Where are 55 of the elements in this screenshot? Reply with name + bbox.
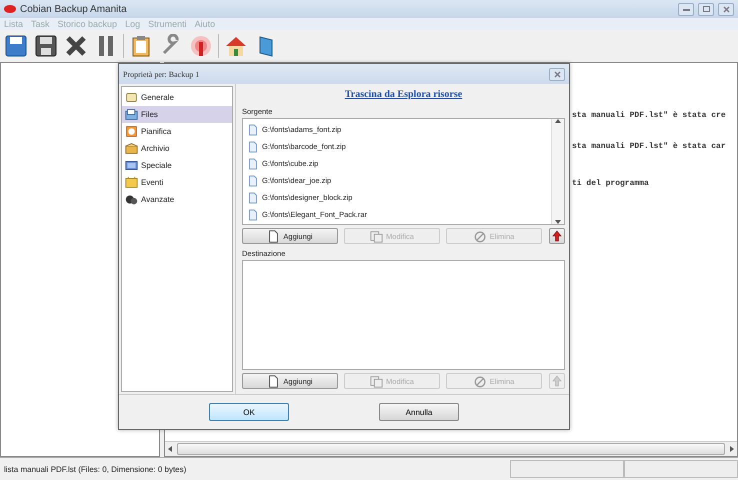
section-item[interactable]: Archivio: [122, 140, 232, 157]
section-item[interactable]: Avanzate: [122, 191, 232, 208]
maximize-button[interactable]: [698, 2, 714, 16]
dialog-title: Proprietà per: Backup 1: [123, 70, 200, 78]
radio-signal-icon: [189, 34, 213, 58]
document-icon: [248, 140, 258, 152]
document-icon: [248, 192, 258, 204]
vertical-scrollbar[interactable]: [551, 119, 564, 224]
cancel-button[interactable]: Annulla: [379, 403, 459, 421]
files-icon: [125, 108, 138, 121]
prohibited-icon: [474, 374, 487, 388]
minimize-button[interactable]: [678, 2, 694, 16]
toolbar-button[interactable]: [3, 33, 29, 59]
scroll-left-icon: [168, 446, 173, 452]
status-text: lista manuali PDF.lst (Files: 0, Dimensione: 0 bytes): [3, 464, 188, 474]
horizontal-scrollbar[interactable]: [165, 441, 737, 456]
log-line: sta manuali PDF.lst" è stata car: [572, 142, 727, 151]
save-icon: [34, 34, 58, 58]
archive-icon: [125, 142, 138, 155]
scroll-down-icon: [555, 219, 561, 224]
edit-icon: [370, 374, 384, 388]
minimize-icon: [682, 8, 690, 10]
house-icon: [224, 34, 248, 58]
close-icon: [554, 70, 560, 78]
ok-button[interactable]: OK: [209, 403, 289, 421]
document-icon: [267, 230, 280, 242]
destination-list[interactable]: [242, 260, 565, 370]
close-icon: [722, 6, 730, 12]
edit-icon: [370, 230, 384, 242]
document-icon: [248, 174, 258, 186]
document-icon: [248, 208, 258, 220]
close-button[interactable]: [549, 68, 565, 80]
section-item[interactable]: Speciale: [122, 157, 232, 174]
document-icon: [267, 374, 280, 388]
scroll-right-icon: [729, 446, 734, 452]
window-title: Cobian Backup Amanita: [20, 4, 128, 14]
section-item[interactable]: Generale: [122, 89, 232, 106]
up-arrow-icon: [552, 375, 562, 387]
maximize-icon: [702, 6, 710, 12]
close-button[interactable]: [718, 2, 734, 16]
log-line: ti del programma: [572, 179, 650, 188]
move-up-button[interactable]: [549, 228, 565, 244]
document-icon: [248, 158, 258, 170]
app-logo-icon: [4, 4, 16, 14]
scroll-up-icon: [555, 119, 561, 124]
prohibited-icon: [474, 230, 487, 242]
explorer-drag-link[interactable]: Trascina da Esplora risorse: [344, 89, 462, 100]
log-line: sta manuali PDF.lst" è stata cre: [572, 111, 727, 120]
document-icon: [248, 124, 258, 136]
toolbar-button[interactable]: [33, 33, 59, 59]
section-item[interactable]: Pianifica: [122, 123, 232, 140]
close-x-icon: [64, 34, 88, 58]
section-item[interactable]: Eventi: [122, 174, 232, 191]
section-item[interactable]: Files: [122, 106, 232, 123]
up-arrow-icon: [552, 230, 562, 242]
